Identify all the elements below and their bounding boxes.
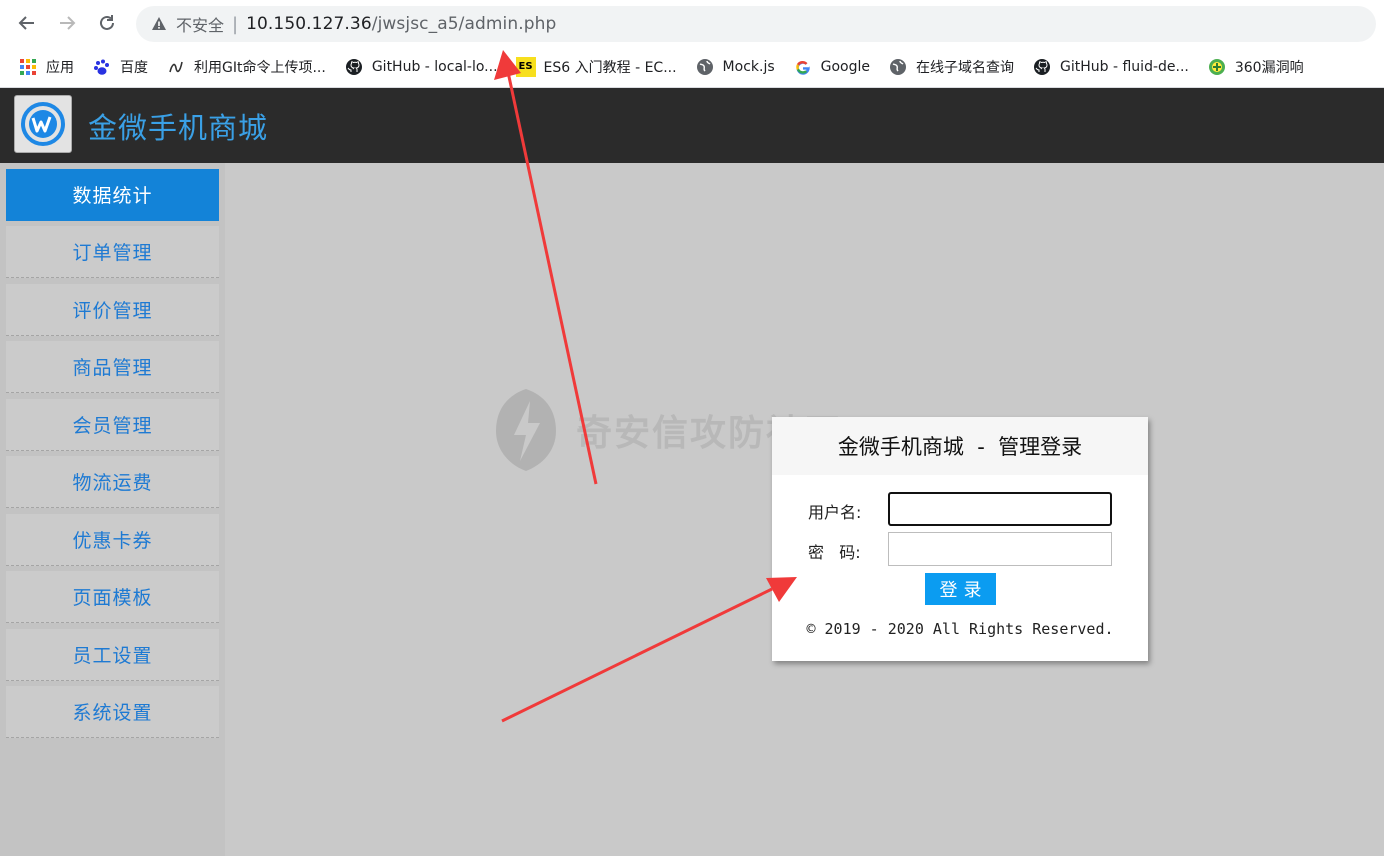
arrow-to-login-icon (501, 577, 797, 723)
url-path: /jwsjsc_a5/admin.php (371, 14, 557, 34)
reload-icon (100, 15, 114, 30)
url-host: 10.150.127.36 (246, 14, 372, 34)
baidu-paw-icon (92, 57, 112, 77)
username-row: 用户名: (772, 492, 1148, 526)
address-bar[interactable]: 不安全 | 10.150.127.36/jwsjsc_a5/admin.php (136, 6, 1376, 42)
browser-toolbar: 不安全 | 10.150.127.36/jwsjsc_a5/admin.php (0, 0, 1384, 46)
github-icon (344, 57, 364, 77)
bookmark-label: 360漏洞响 (1234, 59, 1304, 76)
site-logo[interactable] (14, 95, 72, 153)
google-g-icon (793, 57, 813, 77)
app-header: 金微手机商城 (0, 88, 1384, 163)
bookmark-google[interactable]: Google (793, 57, 870, 77)
login-panel: 金微手机商城 - 管理登录 用户名: 密 码: 登录 © 2019 - 2020… (772, 417, 1148, 661)
password-row: 密 码: (772, 532, 1148, 566)
copyright-text: © 2019 - 2020 All Rights Reserved. (806, 620, 1114, 638)
bookmark-git-upload[interactable]: 利用GIt命令上传项... (166, 57, 326, 77)
sidebar-item-statistics[interactable]: 数据统计 (6, 169, 219, 221)
bookmark-label: 利用GIt命令上传项... (194, 59, 326, 76)
apps-grid-icon (18, 57, 38, 77)
360-icon (1207, 57, 1227, 77)
bookmark-es6[interactable]: ES ES6 入门教程 - EC... (515, 56, 677, 77)
arrow-left-icon (18, 16, 34, 30)
w-logo-icon (21, 102, 65, 146)
sidebar: 数据统计 订单管理 评价管理 商品管理 会员管理 物流运费 优惠卡券 页面模板 … (0, 163, 225, 856)
bookmark-github-local[interactable]: GitHub - local-lo... (344, 57, 498, 77)
forward-button[interactable] (54, 10, 80, 36)
not-secure-label[interactable]: 不安全 (176, 12, 224, 36)
sidebar-item-staff[interactable]: 员工设置 (6, 629, 219, 681)
bookmark-label: Google (820, 58, 871, 75)
username-label: 用户名: (808, 503, 862, 522)
back-button[interactable] (14, 10, 40, 36)
github-icon (1032, 57, 1052, 77)
bookmark-label: Mock.js (722, 58, 775, 75)
bookmark-label: 应用 (46, 59, 74, 76)
bookmark-label: 百度 (120, 59, 148, 76)
globe-icon (888, 57, 908, 77)
es-badge-icon: ES (515, 56, 536, 77)
bookmark-label: GitHub - fluid-de... (1060, 58, 1189, 75)
bookmark-label: GitHub - local-lo... (371, 58, 498, 75)
password-label: 密 码: (808, 543, 861, 562)
bookmark-github-fluid[interactable]: GitHub - fluid-de... (1032, 57, 1189, 77)
bookmark-label: 在线子域名查询 (916, 59, 1015, 76)
sidebar-item-members[interactable]: 会员管理 (6, 399, 219, 451)
bookmark-apps[interactable]: 应用 (18, 57, 74, 77)
bookmark-360[interactable]: 360漏洞响 (1207, 57, 1304, 77)
arrow-right-icon (60, 16, 76, 30)
sidebar-item-shipping[interactable]: 物流运费 (6, 456, 219, 508)
url-text[interactable]: 10.150.127.36/jwsjsc_a5/admin.php (246, 14, 556, 34)
globe-icon (695, 57, 715, 77)
address-separator: | (232, 13, 239, 35)
sidebar-item-reviews[interactable]: 评价管理 (6, 284, 219, 336)
sidebar-item-orders[interactable]: 订单管理 (6, 226, 219, 278)
reload-button[interactable] (94, 10, 120, 36)
login-button[interactable]: 登录 (925, 573, 996, 605)
lightning-shield-icon (496, 389, 556, 471)
bookmark-mockjs[interactable]: Mock.js (695, 57, 775, 77)
bookmark-baidu[interactable]: 百度 (92, 57, 148, 77)
sidebar-item-coupons[interactable]: 优惠卡券 (6, 514, 219, 566)
username-input[interactable] (888, 492, 1112, 526)
site-title: 金微手机商城 (88, 111, 269, 145)
login-title: 金微手机商城 - 管理登录 (772, 417, 1148, 475)
script-icon (166, 57, 186, 77)
sidebar-item-products[interactable]: 商品管理 (6, 341, 219, 393)
bookmark-label: ES6 入门教程 - EC... (543, 59, 677, 76)
bookmarks-bar: 应用 百度 利用GIt命令上传项... GitHub - local-lo...… (0, 46, 1384, 88)
sidebar-item-templates[interactable]: 页面模板 (6, 571, 219, 623)
bookmark-subdomain[interactable]: 在线子域名查询 (888, 57, 1014, 77)
warning-triangle-icon (150, 15, 168, 33)
sidebar-item-system[interactable]: 系统设置 (6, 686, 219, 738)
password-input[interactable] (888, 532, 1112, 566)
